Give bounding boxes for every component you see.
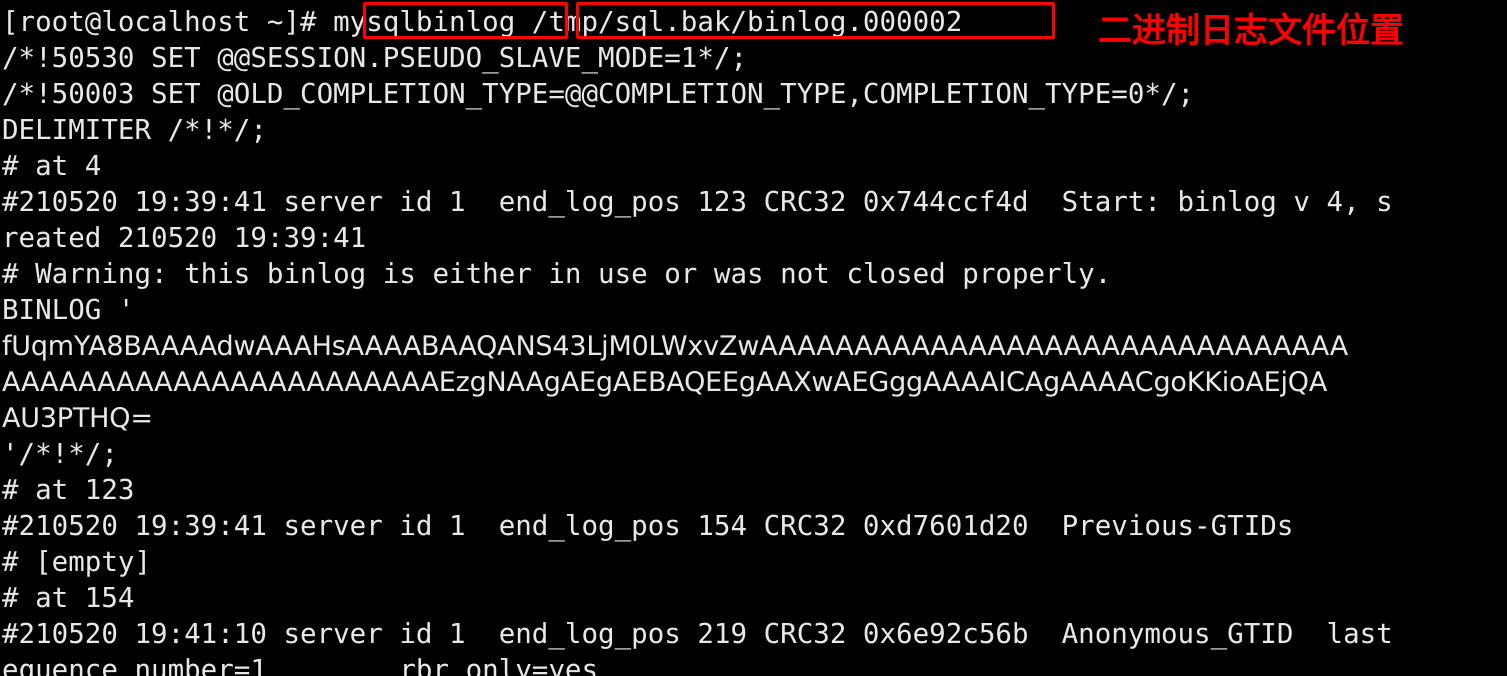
- terminal-line-binlog-start: BINLOG ': [2, 294, 135, 326]
- annotation-binary-log-location: 二进制日志文件位置: [1098, 11, 1404, 51]
- terminal-line: # at 154: [2, 582, 135, 614]
- terminal-line-base64: AU3PTHQ=: [2, 403, 153, 434]
- terminal-line-base64: fUqmYA8BAAAAdwAAAHsAAAABAAQANS43LjM0LWxv…: [2, 331, 1349, 362]
- terminal-line: /*!50003 SET @OLD_COMPLETION_TYPE=@@COMP…: [2, 78, 1195, 110]
- terminal-line: #210520 19:41:10 server id 1 end_log_pos…: [2, 618, 1393, 650]
- terminal-window[interactable]: [root@localhost ~]# mysqlbinlog /tmp/sql…: [0, 0, 1507, 676]
- terminal-line-partial: equence number=1 rbr_only=yes: [2, 654, 599, 676]
- terminal-line: /*!50530 SET @@SESSION.PSEUDO_SLAVE_MODE…: [2, 42, 748, 74]
- terminal-line: reated 210520 19:39:41: [2, 222, 367, 254]
- terminal-line: #210520 19:39:41 server id 1 end_log_pos…: [2, 510, 1294, 542]
- terminal-line: # [empty]: [2, 546, 152, 578]
- terminal-line: DELIMITER /*!*/;: [2, 114, 267, 146]
- terminal-line: '/*!*/;: [2, 438, 118, 470]
- terminal-line: #210520 19:39:41 server id 1 end_log_pos…: [2, 186, 1393, 218]
- terminal-line: # at 123: [2, 474, 135, 506]
- terminal-line-prompt-command: [root@localhost ~]# mysqlbinlog /tmp/sql…: [2, 6, 963, 38]
- terminal-line-warning: # Warning: this binlog is either in use …: [2, 258, 1112, 290]
- terminal-line: # at 4: [2, 150, 102, 182]
- terminal-line-base64: AAAAAAAAAAAAAAAAAAAAAAAEzgNAAgAEgAEBAQEE…: [2, 367, 1328, 398]
